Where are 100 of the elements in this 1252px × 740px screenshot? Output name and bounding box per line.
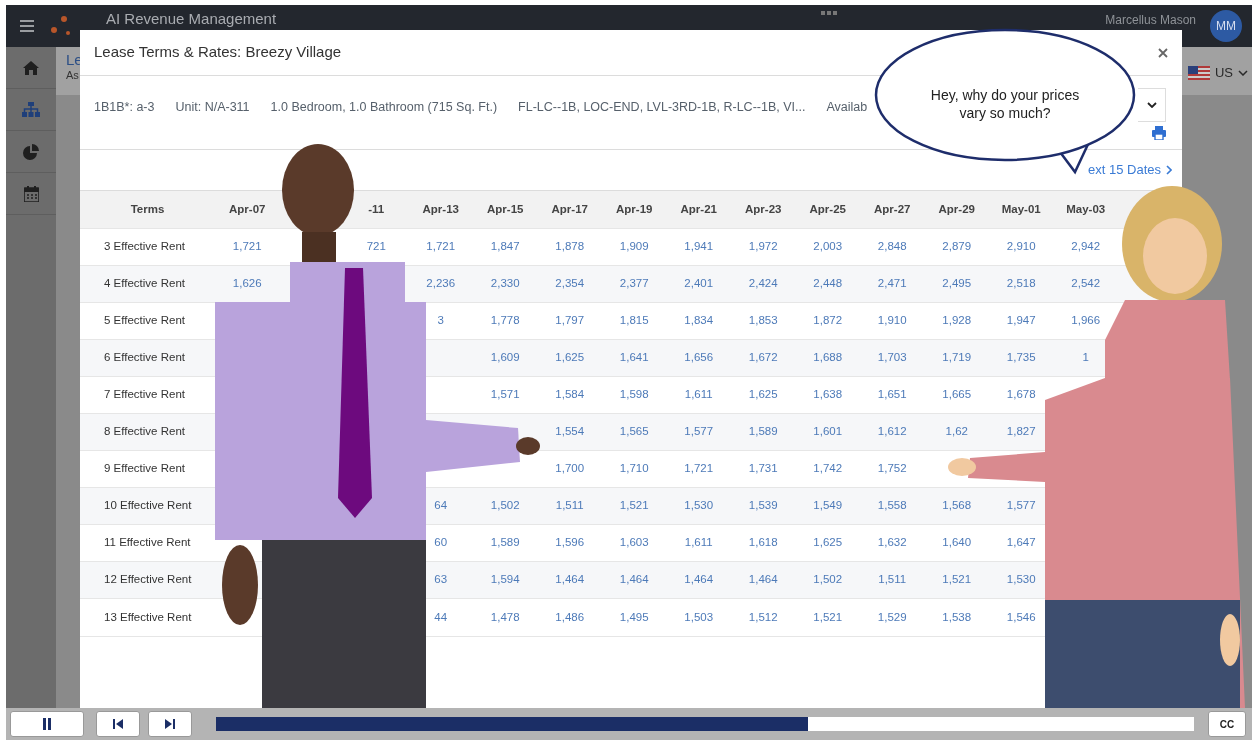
rate-value[interactable]: 1,688 — [813, 351, 843, 364]
region-label[interactable]: US — [1214, 63, 1233, 83]
rate-value[interactable]: 1,503 — [684, 610, 714, 623]
rate-value[interactable]: 721 — [366, 240, 386, 253]
captions-button[interactable]: CC — [1208, 711, 1246, 737]
rate-value[interactable]: 1,742 — [813, 462, 843, 475]
rate-value[interactable]: 1,464 — [619, 573, 649, 586]
rate-value[interactable]: 1,853 — [748, 314, 778, 327]
rate-value[interactable]: 1,502 — [813, 573, 843, 586]
rate-value[interactable]: 1,665 — [942, 388, 972, 401]
rate-value[interactable]: 63 — [434, 573, 448, 586]
rate-value[interactable]: 1,464 — [684, 573, 714, 586]
calendar-icon[interactable] — [23, 185, 39, 202]
rate-value[interactable]: 2,848 — [877, 240, 907, 253]
rate-value[interactable]: 64 — [434, 499, 448, 512]
rate-value[interactable]: 1,834 — [684, 314, 714, 327]
rate-value[interactable]: 1 — [1082, 351, 1089, 364]
menu-icon[interactable] — [20, 20, 34, 32]
rate-value[interactable]: 2,518 — [1006, 277, 1036, 290]
rate-value[interactable]: 1,577 — [1006, 499, 1036, 512]
rate-value[interactable]: 1,700 — [555, 462, 585, 475]
previous-button[interactable] — [96, 711, 140, 737]
rate-value[interactable]: 1,703 — [877, 351, 907, 364]
user-avatar[interactable]: MM — [1210, 10, 1242, 42]
rate-value[interactable]: 1,62 — [945, 425, 968, 438]
rate-value[interactable]: 3 — [437, 314, 444, 327]
rate-value[interactable]: 1,554 — [555, 425, 585, 438]
rate-value[interactable]: 1,571 — [490, 388, 520, 401]
rate-value[interactable]: 2,495 — [942, 277, 972, 290]
rate-value[interactable]: 1,656 — [684, 351, 714, 364]
rate-value[interactable]: 2,236 — [426, 277, 456, 290]
rate-value[interactable]: 2,942 — [1071, 240, 1101, 253]
rate-value[interactable]: 1,827 — [1006, 425, 1036, 438]
rate-value[interactable]: 1,847 — [490, 240, 520, 253]
rate-value[interactable]: 1,731 — [748, 462, 778, 475]
rate-value[interactable]: 44 — [434, 610, 448, 623]
rate-value[interactable]: 1,735 — [1006, 351, 1036, 364]
rate-value[interactable]: 1,612 — [877, 425, 907, 438]
rate-value[interactable]: 1,478 — [490, 610, 520, 623]
rate-value[interactable]: 1,721 — [232, 240, 262, 253]
rate-value[interactable]: 1,521 — [619, 499, 649, 512]
rate-value[interactable]: 1,598 — [619, 388, 649, 401]
rate-value[interactable]: 1,641 — [619, 351, 649, 364]
rate-value[interactable]: 1,486 — [555, 610, 585, 623]
rate-value[interactable]: 1,589 — [490, 536, 520, 549]
rate-value[interactable]: 1,495 — [619, 610, 649, 623]
pause-button[interactable] — [10, 711, 84, 737]
rate-value[interactable]: 1,910 — [877, 314, 907, 327]
rate-value[interactable]: 1,651 — [877, 388, 907, 401]
rate-value[interactable]: 1,710 — [619, 462, 649, 475]
rate-value[interactable]: 1,778 — [490, 314, 520, 327]
rate-value[interactable]: 1,589 — [748, 425, 778, 438]
rate-value[interactable]: 1,625 — [813, 536, 843, 549]
rate-value[interactable]: 1,464 — [555, 573, 585, 586]
rate-value[interactable]: 1,521 — [942, 573, 972, 586]
rate-value[interactable]: 1,719 — [942, 351, 972, 364]
rate-value[interactable]: 1,594 — [490, 573, 520, 586]
rate-value[interactable]: 1,521 — [813, 610, 843, 623]
rate-value[interactable]: 1,530 — [1006, 573, 1036, 586]
rate-value[interactable]: 1,565 — [619, 425, 649, 438]
rate-value[interactable]: 2,542 — [1071, 277, 1101, 290]
rate-value[interactable]: 1,638 — [813, 388, 843, 401]
rate-value[interactable]: 2,003 — [813, 240, 843, 253]
rate-value[interactable]: 1,609 — [490, 351, 520, 364]
rate-value[interactable]: 1,539 — [748, 499, 778, 512]
rate-value[interactable]: 60 — [434, 536, 448, 549]
rate-value[interactable]: 1,538 — [942, 610, 972, 623]
rate-value[interactable]: 1,502 — [490, 499, 520, 512]
print-icon[interactable] — [1152, 126, 1166, 140]
rate-value[interactable]: 1,625 — [748, 388, 778, 401]
rate-value[interactable]: 1,872 — [813, 314, 843, 327]
rate-value[interactable]: 1,511 — [555, 499, 584, 512]
rate-value[interactable]: 1,678 — [1006, 388, 1036, 401]
rate-value[interactable]: 1,512 — [748, 610, 778, 623]
rate-value[interactable]: 1,947 — [1006, 314, 1036, 327]
rate-value[interactable]: 1,640 — [942, 536, 972, 549]
close-icon[interactable] — [1158, 47, 1168, 58]
rate-value[interactable]: 2,910 — [1006, 240, 1036, 253]
rate-value[interactable]: 1,546 — [1006, 610, 1036, 623]
rate-value[interactable]: 1,626 — [232, 277, 262, 290]
rate-value[interactable]: 2,471 — [877, 277, 907, 290]
rate-value[interactable]: 2,354 — [555, 277, 585, 290]
rate-value[interactable]: 1,966 — [1071, 314, 1101, 327]
rate-value[interactable]: 1,596 — [555, 536, 585, 549]
rate-value[interactable]: 2,879 — [942, 240, 972, 253]
dropdown-toggle[interactable] — [1138, 88, 1166, 122]
rate-value[interactable]: 2,448 — [813, 277, 843, 290]
rate-value[interactable]: 2,330 — [490, 277, 520, 290]
rate-value[interactable]: 1,529 — [877, 610, 907, 623]
rate-value[interactable]: 1,611 — [684, 388, 713, 401]
next-button[interactable] — [148, 711, 192, 737]
rate-value[interactable]: 1,511 — [878, 573, 907, 586]
rate-value[interactable]: 1,464 — [748, 573, 778, 586]
rate-value[interactable]: 1,721 — [426, 240, 456, 253]
rate-value[interactable]: 1,672 — [748, 351, 778, 364]
chevron-down-icon[interactable] — [1238, 69, 1248, 76]
rate-value[interactable]: 1,558 — [877, 499, 907, 512]
rate-value[interactable]: 1,625 — [555, 351, 585, 364]
rate-value[interactable]: 1,797 — [555, 314, 585, 327]
rate-value[interactable]: 1,618 — [748, 536, 778, 549]
